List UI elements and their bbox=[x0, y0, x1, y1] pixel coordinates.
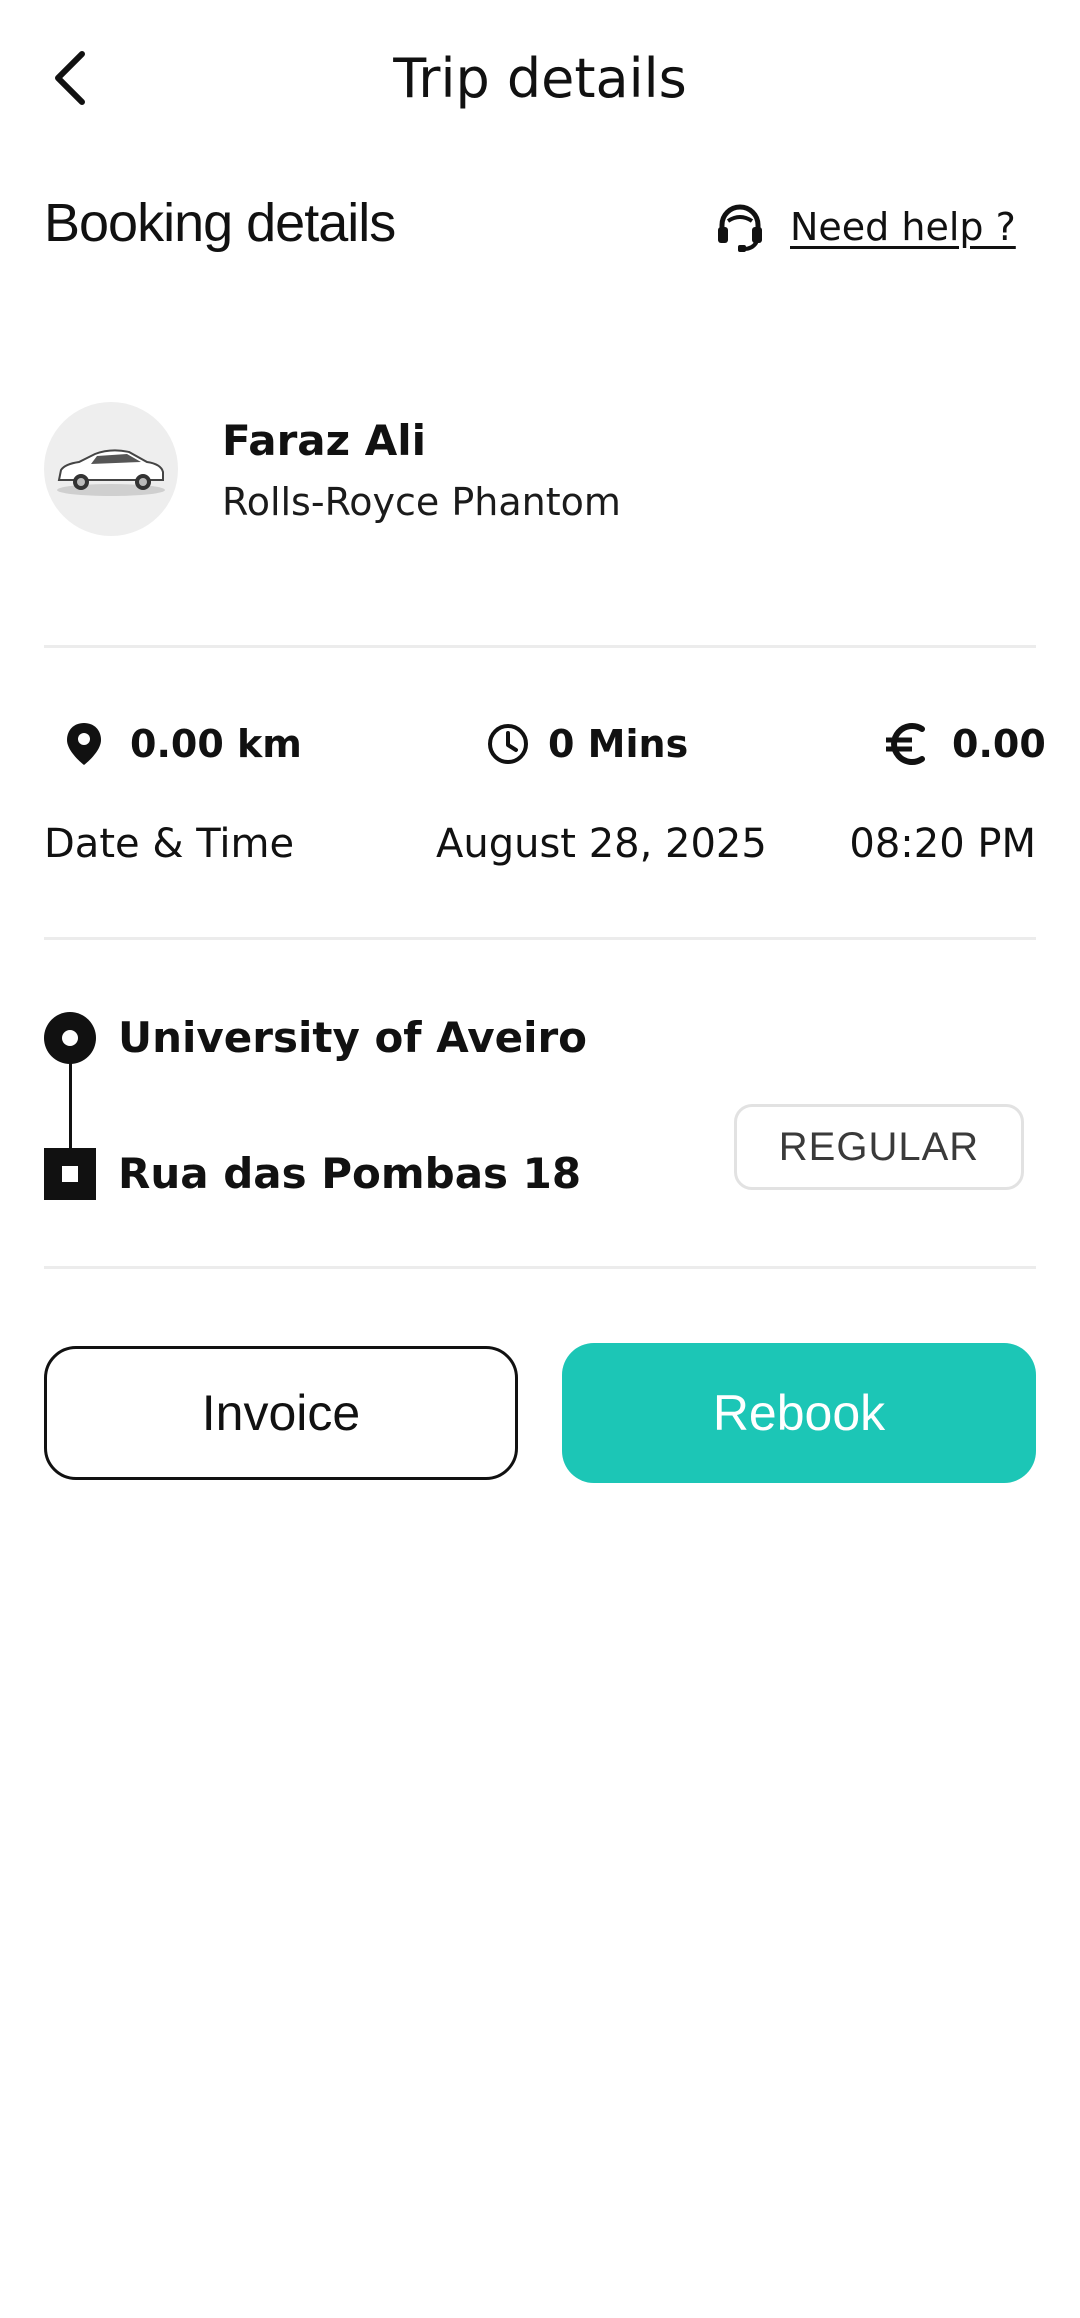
duration-stat: 0 Mins bbox=[486, 712, 688, 776]
distance-value: 0.00 km bbox=[130, 722, 302, 766]
datetime-label: Date & Time bbox=[44, 821, 295, 867]
destination-address: Rua das Pombas 18 bbox=[118, 1149, 582, 1198]
destination-marker-icon bbox=[44, 1148, 96, 1200]
euro-icon bbox=[886, 723, 925, 765]
driver-name: Faraz Ali bbox=[222, 416, 426, 465]
location-pin-icon bbox=[67, 723, 101, 765]
route-connector bbox=[69, 1058, 72, 1158]
fare-stat: 0.00 bbox=[884, 712, 1046, 776]
divider bbox=[44, 937, 1036, 940]
origin-marker-icon bbox=[44, 1012, 96, 1064]
fare-value: 0.00 bbox=[952, 722, 1046, 766]
divider bbox=[44, 1266, 1036, 1269]
need-help-link[interactable]: Need help ? bbox=[712, 196, 1016, 258]
headset-icon bbox=[712, 199, 768, 255]
need-help-label[interactable]: Need help ? bbox=[790, 205, 1016, 249]
trip-time: 08:20 PM bbox=[849, 821, 1036, 867]
car-icon bbox=[57, 449, 165, 496]
car-model: Rolls-Royce Phantom bbox=[222, 480, 621, 524]
ride-type-badge: REGULAR bbox=[734, 1104, 1024, 1190]
clock-icon bbox=[488, 724, 528, 764]
invoice-button[interactable]: Invoice bbox=[44, 1346, 518, 1480]
distance-stat: 0.00 km bbox=[64, 712, 302, 776]
trip-date: August 28, 2025 bbox=[436, 821, 767, 867]
avatar bbox=[44, 402, 178, 536]
rebook-button[interactable]: Rebook bbox=[562, 1343, 1036, 1483]
duration-value: 0 Mins bbox=[548, 722, 689, 766]
divider bbox=[44, 645, 1036, 648]
page-title: Trip details bbox=[393, 47, 687, 110]
section-title: Booking details bbox=[44, 193, 396, 253]
origin-address: University of Aveiro bbox=[118, 1013, 588, 1062]
